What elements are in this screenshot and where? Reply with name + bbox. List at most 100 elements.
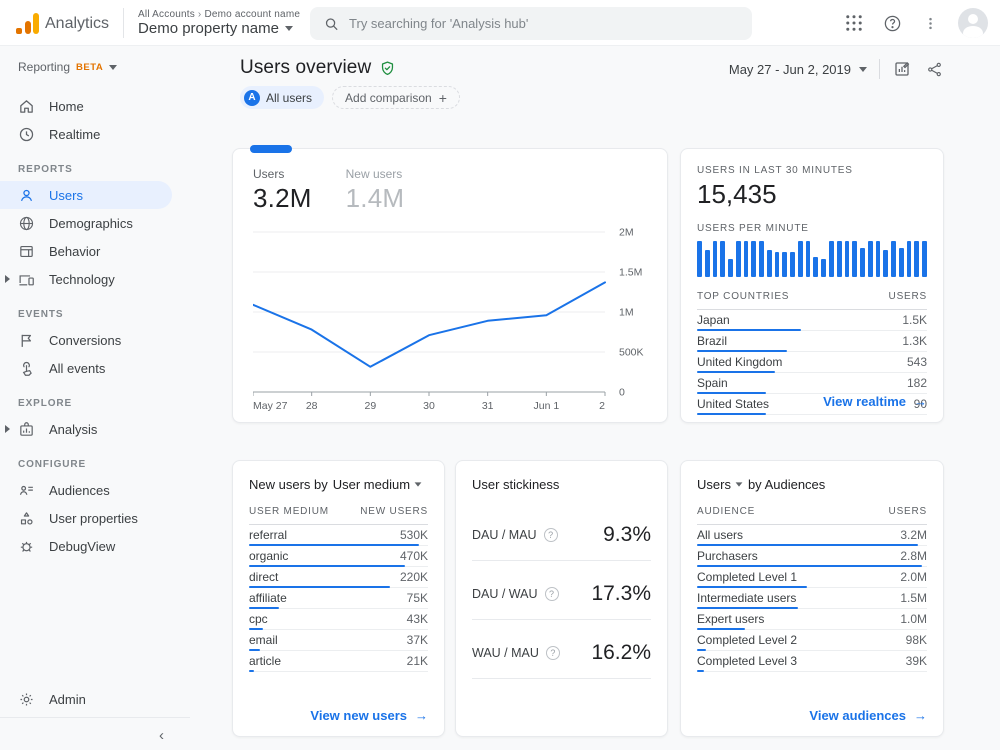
table-row: Brazil 1.3K xyxy=(697,331,927,352)
stickiness-row: DAU / WAU ? 17.3% xyxy=(472,561,651,620)
help-icon[interactable] xyxy=(882,13,902,33)
arrow-right-icon: → xyxy=(415,708,428,723)
comparison-badge: A xyxy=(244,89,260,106)
value-bar xyxy=(697,670,704,672)
sidebar-item-analysis[interactable]: Analysis xyxy=(0,415,190,443)
per-minute-bar xyxy=(860,248,865,277)
dimension-selector[interactable]: User medium xyxy=(333,477,422,492)
breadcrumb-account[interactable]: Demo account name xyxy=(204,9,300,20)
sidebar-item-home[interactable]: Home xyxy=(0,92,190,120)
per-minute-bar xyxy=(697,241,702,277)
breadcrumb-root[interactable]: All Accounts xyxy=(138,9,195,20)
expand-arrow-icon[interactable] xyxy=(5,275,10,283)
per-minute-bar xyxy=(875,241,881,277)
share-icon[interactable] xyxy=(924,59,944,79)
more-vertical-icon[interactable] xyxy=(920,13,940,33)
apps-grid-icon[interactable] xyxy=(844,13,864,33)
ga-logo-icon xyxy=(16,12,39,34)
sidebar-item-audiences[interactable]: Audiences xyxy=(0,476,190,504)
per-minute-label: USERS PER MINUTE xyxy=(697,223,809,234)
per-minute-bar xyxy=(774,251,780,277)
divider xyxy=(0,717,190,718)
table-row: Spain 182 xyxy=(697,373,927,394)
metric-tab-users[interactable]: Users 3.2M xyxy=(253,167,312,214)
search-bar[interactable] xyxy=(310,7,752,40)
view-new-users-link[interactable]: View new users → xyxy=(310,708,428,723)
svg-text:May 27: May 27 xyxy=(253,400,288,412)
search-input[interactable] xyxy=(349,16,738,31)
svg-text:Jun 1: Jun 1 xyxy=(533,400,559,412)
audiences-table: All users 3.2M Purchasers 2.8M Completed… xyxy=(697,525,927,672)
section-label-events: EVENTS xyxy=(18,309,64,320)
users-last-30min-value: 15,435 xyxy=(697,179,777,209)
home-icon xyxy=(18,98,35,115)
property-name[interactable]: Demo property name xyxy=(138,20,300,37)
property-switcher[interactable]: All Accounts › Demo account name Demo prop… xyxy=(124,9,300,37)
sidebar-item-behavior[interactable]: Behavior xyxy=(0,237,190,265)
section-label-explore: EXPLORE xyxy=(18,398,73,409)
view-realtime-link[interactable]: View realtime → xyxy=(823,394,927,409)
svg-text:30: 30 xyxy=(423,400,435,412)
help-icon[interactable]: ? xyxy=(545,646,560,660)
sidebar: Reporting BETA Home Realtime REPORTS Use… xyxy=(0,46,190,750)
per-minute-bar xyxy=(790,251,795,277)
users-per-minute-chart xyxy=(697,241,927,277)
brand-name: Analytics xyxy=(45,14,110,32)
metric-tab-new-users[interactable]: New users 1.4M xyxy=(346,167,405,214)
per-minute-bar xyxy=(704,250,710,277)
svg-text:28: 28 xyxy=(306,400,318,412)
svg-text:1M: 1M xyxy=(619,307,634,319)
card-title: New users by User medium xyxy=(249,477,428,492)
per-minute-bar xyxy=(735,241,741,277)
table-row: Intermediate users 1.5M xyxy=(697,588,927,609)
table-row: Purchasers 2.8M xyxy=(697,546,927,567)
customize-report-icon[interactable] xyxy=(892,59,912,79)
sidebar-footer: Admin ‹ xyxy=(0,685,190,750)
breadcrumb[interactable]: All Accounts › Demo account name xyxy=(138,9,300,20)
table-row: affiliate 75K xyxy=(249,588,428,609)
audience-list-icon xyxy=(18,482,35,499)
view-audiences-link[interactable]: View audiences → xyxy=(809,708,927,723)
value-bar xyxy=(697,413,766,415)
beta-badge: BETA xyxy=(76,61,104,73)
help-icon[interactable]: ? xyxy=(543,528,558,542)
svg-text:500K: 500K xyxy=(619,347,644,359)
sidebar-item-debugview[interactable]: DebugView xyxy=(0,532,190,560)
sidebar-item-users[interactable]: Users xyxy=(0,181,172,209)
date-range-selector[interactable]: May 27 - Jun 2, 2019 xyxy=(729,62,867,77)
search-icon xyxy=(325,17,338,30)
reporting-menu[interactable]: Reporting BETA xyxy=(0,46,190,76)
window-icon xyxy=(18,243,35,260)
expand-arrow-icon[interactable] xyxy=(5,425,10,433)
plus-icon: + xyxy=(438,89,447,106)
per-minute-bar xyxy=(906,241,912,277)
table-row: email 37K xyxy=(249,630,428,651)
sidebar-item-conversions[interactable]: Conversions xyxy=(0,326,190,354)
sidebar-item-user-properties[interactable]: User properties xyxy=(0,504,190,532)
per-minute-bar xyxy=(743,241,749,277)
table-row: Completed Level 1 2.0M xyxy=(697,567,927,588)
sidebar-item-realtime[interactable]: Realtime xyxy=(0,120,190,148)
table-row: cpc 43K xyxy=(249,609,428,630)
flag-icon xyxy=(18,332,35,349)
svg-text:0: 0 xyxy=(619,387,625,399)
sidebar-item-all-events[interactable]: All events xyxy=(0,354,190,382)
collapse-sidebar-button[interactable]: ‹ xyxy=(0,722,190,748)
section-label-reports: REPORTS xyxy=(18,164,73,175)
breadcrumb-separator: › xyxy=(197,8,202,20)
avatar[interactable] xyxy=(958,8,988,38)
svg-text:2: 2 xyxy=(599,400,605,412)
table-row: Completed Level 2 98K xyxy=(697,630,927,651)
help-icon[interactable]: ? xyxy=(544,587,559,601)
sidebar-item-demographics[interactable]: Demographics xyxy=(0,209,190,237)
per-minute-bar xyxy=(914,241,920,277)
analytics-logo[interactable]: Analytics xyxy=(0,12,123,34)
users-by-audiences-card: Users by Audiences AUDIENCE USERS All us… xyxy=(680,460,944,737)
add-comparison-button[interactable]: Add comparison + xyxy=(332,86,460,109)
per-minute-bar xyxy=(883,250,889,277)
globe-icon xyxy=(18,215,35,232)
sidebar-item-admin[interactable]: Admin xyxy=(0,685,190,713)
comparison-chip-all-users[interactable]: A All users xyxy=(240,86,325,109)
metric-selector[interactable]: Users xyxy=(697,477,743,492)
sidebar-item-technology[interactable]: Technology xyxy=(0,265,190,293)
